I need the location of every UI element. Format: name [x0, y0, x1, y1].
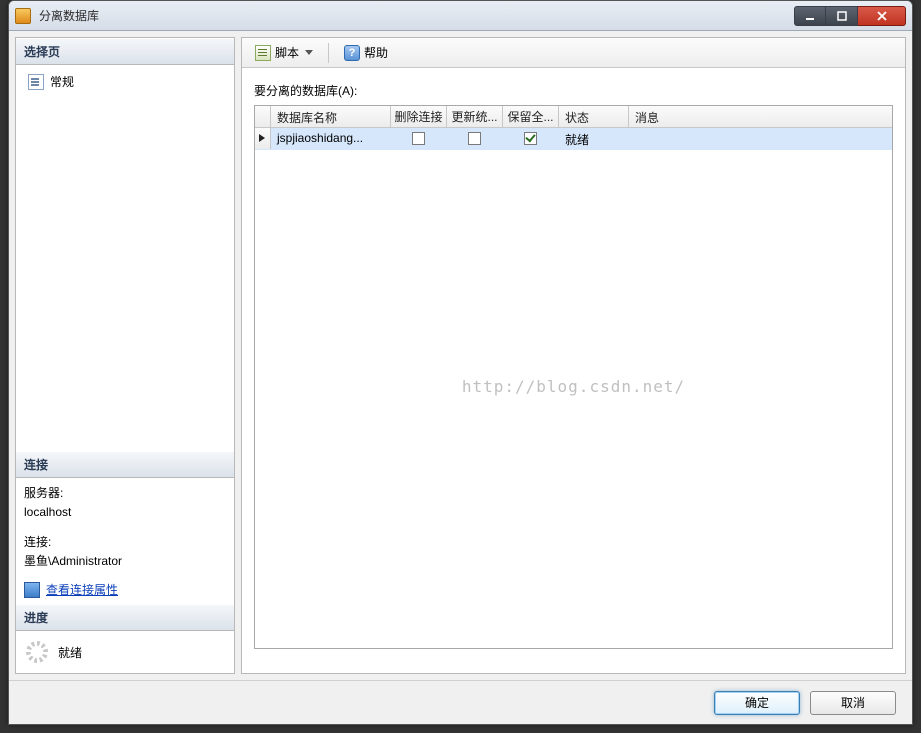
chevron-down-icon — [305, 50, 313, 55]
window-buttons — [794, 6, 906, 26]
help-icon — [344, 45, 360, 61]
conn-block: 连接: 墨鱼\Administrator — [24, 533, 226, 571]
minimize-button[interactable] — [794, 6, 826, 26]
progress-status: 就绪 — [58, 644, 82, 661]
sidebar-item-general[interactable]: 常规 — [24, 71, 226, 92]
sidebar-item-label: 常规 — [50, 73, 74, 90]
app-icon — [15, 8, 31, 24]
cell-status: 就绪 — [559, 128, 629, 149]
col-database-name[interactable]: 数据库名称 — [271, 106, 391, 127]
col-update-stats[interactable]: 更新统... — [447, 106, 503, 127]
databases-grid[interactable]: 数据库名称 删除连接 更新统... 保留全... 状态 消息 jspjiaosh… — [254, 105, 893, 649]
sidebar: 选择页 常规 连接 服务器: localhost 连接: 墨鱼\Administ… — [15, 37, 235, 674]
toolbar: 脚本 帮助 — [242, 38, 905, 68]
keep-checkbox[interactable] — [524, 132, 537, 145]
cell-update[interactable] — [447, 128, 503, 149]
script-icon — [255, 45, 271, 61]
page-icon — [28, 74, 44, 90]
update-checkbox[interactable] — [468, 132, 481, 145]
help-label: 帮助 — [364, 44, 388, 61]
server-value: localhost — [24, 503, 226, 522]
close-button[interactable] — [858, 6, 906, 26]
col-keep-fulltext[interactable]: 保留全... — [503, 106, 559, 127]
view-connection-properties[interactable]: 查看连接属性 — [24, 581, 226, 598]
properties-icon — [24, 582, 40, 598]
dialog-footer: 确定 取消 — [9, 680, 912, 724]
maximize-button[interactable] — [826, 6, 858, 26]
select-page-body: 常规 — [16, 65, 234, 451]
cell-keep[interactable] — [503, 128, 559, 149]
cell-db-name[interactable]: jspjiaoshidang... — [271, 128, 391, 149]
conn-value: 墨鱼\Administrator — [24, 552, 226, 571]
drop-checkbox[interactable] — [412, 132, 425, 145]
col-message[interactable]: 消息 — [629, 106, 892, 127]
grid-header: 数据库名称 删除连接 更新统... 保留全... 状态 消息 — [255, 106, 892, 128]
title-bar[interactable]: 分离数据库 — [9, 1, 912, 31]
script-button[interactable]: 脚本 — [248, 40, 320, 65]
dialog-window: 分离数据库 选择页 常规 连接 — [8, 0, 913, 725]
progress-header: 进度 — [16, 604, 234, 631]
ok-button[interactable]: 确定 — [714, 691, 800, 715]
view-properties-link[interactable]: 查看连接属性 — [46, 581, 118, 598]
grid-label: 要分离的数据库(A): — [254, 82, 893, 99]
row-selector-icon[interactable] — [255, 128, 271, 149]
col-drop-connections[interactable]: 删除连接 — [391, 106, 447, 127]
row-header-col — [255, 106, 271, 127]
cancel-button[interactable]: 取消 — [810, 691, 896, 715]
window-title: 分离数据库 — [39, 7, 794, 24]
cell-message — [629, 128, 892, 149]
main-panel: 脚本 帮助 要分离的数据库(A): 数据库名称 删除连接 更新统... — [241, 37, 906, 674]
server-label: 服务器: — [24, 484, 226, 503]
help-button[interactable]: 帮助 — [337, 40, 395, 65]
toolbar-separator — [328, 43, 329, 63]
server-block: 服务器: localhost — [24, 484, 226, 522]
conn-label: 连接: — [24, 533, 226, 552]
col-status[interactable]: 状态 — [559, 106, 629, 127]
cell-drop[interactable] — [391, 128, 447, 149]
dialog-body: 选择页 常规 连接 服务器: localhost 连接: 墨鱼\Administ… — [9, 31, 912, 680]
connection-header: 连接 — [16, 451, 234, 478]
select-page-header: 选择页 — [16, 38, 234, 65]
watermark-text: http://blog.csdn.net/ — [255, 377, 892, 396]
progress-spinner-icon — [26, 641, 48, 663]
table-row[interactable]: jspjiaoshidang... 就绪 — [255, 128, 892, 150]
script-label: 脚本 — [275, 44, 299, 61]
connection-body: 服务器: localhost 连接: 墨鱼\Administrator 查看连接… — [16, 478, 234, 604]
progress-body: 就绪 — [16, 631, 234, 673]
content-area: 要分离的数据库(A): 数据库名称 删除连接 更新统... 保留全... 状态 … — [242, 68, 905, 673]
